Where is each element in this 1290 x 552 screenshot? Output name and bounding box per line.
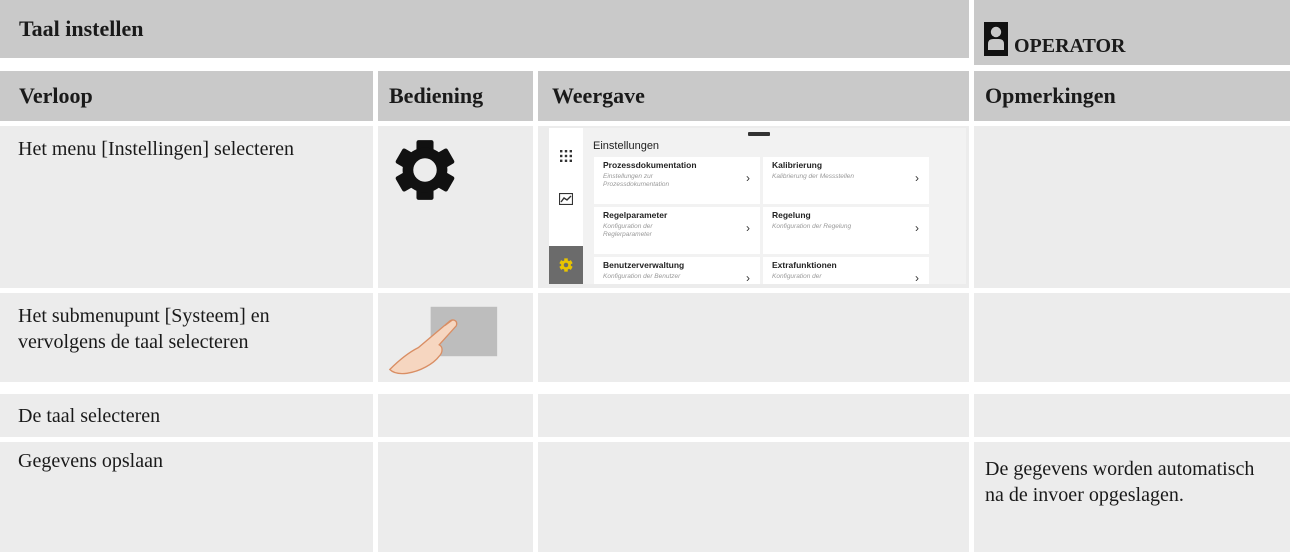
chevron-right-icon: › xyxy=(746,271,750,284)
tile-regelung[interactable]: Regelung Konfiguration der Regelung › xyxy=(763,207,929,254)
table-row-2-verloop: Het submenupunt [Systeem] en vervolgens … xyxy=(0,293,373,382)
screen-preview: Einstellungen Prozessdokumentation Einst… xyxy=(549,128,966,284)
chevron-right-icon: › xyxy=(915,171,919,185)
column-header-opmerkingen: Opmerkingen xyxy=(974,71,1290,121)
table-row-3-opmerkingen xyxy=(974,394,1290,437)
settings-gear-icon xyxy=(549,246,583,284)
table-row-3-bediening xyxy=(378,394,533,437)
table-row-2-bediening xyxy=(378,293,533,382)
table-row-4-bediening xyxy=(378,442,533,552)
table-row-4-opmerkingen: De gegevens worden automatisch na de inv… xyxy=(974,442,1290,552)
chevron-right-icon: › xyxy=(746,221,750,235)
table-row-2-opmerkingen xyxy=(974,293,1290,382)
finger-tap-icon xyxy=(388,306,498,375)
tile-regelparameter[interactable]: Regelparameter Konfiguration der Reglerp… xyxy=(594,207,760,254)
gear-icon xyxy=(395,140,455,200)
column-header-weergave: Weergave xyxy=(538,71,969,121)
chevron-right-icon: › xyxy=(915,221,919,235)
tile-prozessdokumentation[interactable]: Prozessdokumentation Einstellungen zur P… xyxy=(594,157,760,204)
tile-extrafunktionen[interactable]: Extrafunktionen Konfiguration der › xyxy=(763,257,929,284)
column-header-verloop: Verloop xyxy=(0,71,373,121)
table-row-3-weergave xyxy=(538,394,969,437)
tile-kalibrierung[interactable]: Kalibrierung Kalibrierung der Messstelle… xyxy=(763,157,929,204)
tile-benutzerverwaltung[interactable]: Benutzerverwaltung Konfiguration der Ben… xyxy=(594,257,760,284)
section-title: Taal instellen xyxy=(19,16,144,41)
chevron-right-icon: › xyxy=(746,171,750,185)
apps-grid-icon xyxy=(549,141,583,171)
table-row-4-verloop: Gegevens opslaan xyxy=(0,442,373,552)
table-row-1-verloop: Het menu [Instellingen] selecteren xyxy=(0,126,373,288)
table-row-1-bediening xyxy=(378,126,533,288)
chart-icon xyxy=(549,184,583,214)
table-row-1-opmerkingen xyxy=(974,126,1290,288)
column-header-bediening: Bediening xyxy=(378,71,533,121)
section-title-cell: Taal instellen xyxy=(0,0,969,58)
screen-sidebar xyxy=(549,128,583,284)
role-label: OPERATOR xyxy=(1014,35,1126,57)
screen-handle xyxy=(748,132,770,136)
chevron-right-icon: › xyxy=(915,271,919,284)
operator-icon xyxy=(984,22,1008,56)
role-cell: OPERATOR xyxy=(974,0,1290,65)
table-row-3-verloop: De taal selecteren xyxy=(0,394,373,437)
table-row-4-weergave xyxy=(538,442,969,552)
screen-title: Einstellungen xyxy=(593,140,660,152)
table-row-2-weergave xyxy=(538,293,969,382)
